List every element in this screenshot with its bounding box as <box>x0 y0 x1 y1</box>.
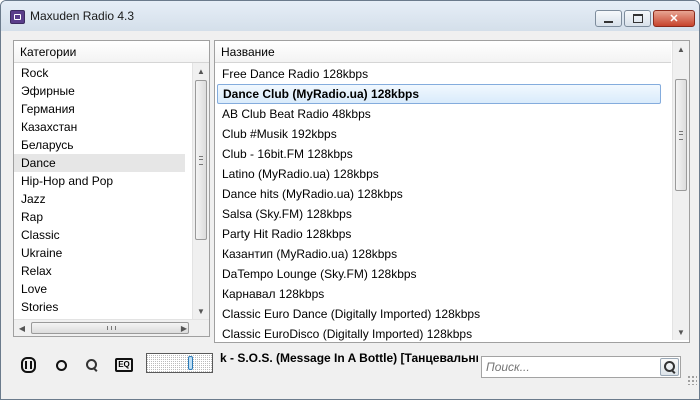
station-item[interactable]: Dance hits (MyRadio.ua) 128kbps <box>215 184 661 204</box>
station-item[interactable]: Classic Euro Dance (Digitally Imported) … <box>215 304 661 324</box>
category-item[interactable]: Classic <box>14 226 185 244</box>
pause-icon[interactable] <box>18 355 38 375</box>
category-vertical-scrollbar[interactable]: ▲ ▼ <box>192 63 209 319</box>
search-field[interactable] <box>481 356 681 378</box>
category-item[interactable]: Эфирные <box>14 82 185 100</box>
station-item[interactable]: Club - 16bit.FM 128kbps <box>215 144 661 164</box>
search-station-icon[interactable] <box>82 355 102 375</box>
scroll-thumb-horizontal[interactable] <box>31 322 189 334</box>
category-item[interactable]: Rock <box>14 64 185 82</box>
station-list-panel: Название Free Dance Radio 128kbps Dance C… <box>214 40 690 343</box>
category-item[interactable]: Stories <box>14 298 185 316</box>
scroll-right-arrow-icon[interactable]: ▶ <box>176 320 192 336</box>
window-title: Maxuden Radio 4.3 <box>30 9 135 23</box>
category-list-panel: Категории Rock Эфирные Германия Казахстан Бе… <box>13 40 210 337</box>
maximize-icon <box>632 14 643 23</box>
station-item[interactable]: Party Hit Radio 128kbps <box>215 224 661 244</box>
station-item[interactable]: AB Club Beat Radio 48kbps <box>215 104 661 124</box>
player-controls-bar: EQ k - S.O.S. (Message In A Bottle) [Тан… <box>1 347 699 387</box>
station-column-header[interactable]: Название <box>215 41 671 63</box>
scroll-thumb[interactable] <box>195 80 207 240</box>
category-item[interactable]: Германия <box>14 100 185 118</box>
category-item[interactable]: Rap <box>14 208 185 226</box>
category-horizontal-scrollbar[interactable]: ◀ ▶ <box>14 319 209 336</box>
station-list: Free Dance Radio 128kbps Dance Club (MyRa… <box>215 64 661 342</box>
close-button[interactable]: ✕ <box>653 10 695 27</box>
category-item[interactable]: Беларусь <box>14 136 185 154</box>
now-playing-text: k - S.O.S. (Message In A Bottle) [Танцев… <box>220 351 478 365</box>
station-item[interactable]: Dance Club (MyRadio.ua) 128kbps <box>217 84 661 104</box>
station-item[interactable]: Club #Musik 192kbps <box>215 124 661 144</box>
search-icon <box>663 361 676 374</box>
category-item[interactable]: Ukraine <box>14 244 185 262</box>
maximize-button[interactable] <box>624 10 651 27</box>
scroll-up-arrow-icon[interactable]: ▲ <box>673 41 689 57</box>
station-item[interactable]: DaTempo Lounge (Sky.FM) 128kbps <box>215 264 661 284</box>
station-item[interactable]: Казантип (MyRadio.ua) 128kbps <box>215 244 661 264</box>
app-window: Maxuden Radio 4.3 ✕ Категории Rock Эфирны… <box>0 0 700 400</box>
title-bar[interactable]: Maxuden Radio 4.3 ✕ <box>1 1 699 31</box>
scroll-up-arrow-icon[interactable]: ▲ <box>193 63 209 79</box>
volume-slider[interactable] <box>146 353 213 373</box>
category-item[interactable]: Love <box>14 280 185 298</box>
record-icon[interactable] <box>51 355 71 375</box>
station-item[interactable]: Free Dance Radio 128kbps <box>215 64 661 84</box>
category-column-header[interactable]: Категории <box>14 41 209 63</box>
station-item[interactable]: Classic EuroDisco (Digitally Imported) 1… <box>215 324 661 342</box>
category-item[interactable]: Dance <box>14 154 185 172</box>
app-icon[interactable] <box>10 10 25 24</box>
station-item[interactable]: Salsa (Sky.FM) 128kbps <box>215 204 661 224</box>
minimize-icon <box>604 20 613 23</box>
station-vertical-scrollbar[interactable]: ▲ ▼ <box>672 41 689 340</box>
category-item[interactable]: Relax <box>14 262 185 280</box>
equalizer-icon[interactable]: EQ <box>114 355 134 375</box>
category-list: Rock Эфирные Германия Казахстан Беларусь Danc… <box>14 64 185 316</box>
scroll-thumb[interactable] <box>675 79 687 191</box>
volume-slider-thumb[interactable] <box>188 356 193 370</box>
resize-grip[interactable] <box>687 375 697 385</box>
category-item[interactable]: Казахстан <box>14 118 185 136</box>
category-item[interactable]: Jazz <box>14 190 185 208</box>
category-item[interactable]: Hip-Hop and Pop <box>14 172 185 190</box>
scroll-down-arrow-icon[interactable]: ▼ <box>673 324 689 340</box>
close-icon: ✕ <box>669 13 679 25</box>
station-item[interactable]: Карнавал 128kbps <box>215 284 661 304</box>
scroll-down-arrow-icon[interactable]: ▼ <box>193 303 209 319</box>
scroll-left-arrow-icon[interactable]: ◀ <box>14 320 30 336</box>
minimize-button[interactable] <box>595 10 622 27</box>
search-input[interactable] <box>482 357 658 377</box>
search-button[interactable] <box>660 358 679 376</box>
station-item[interactable]: Latino (MyRadio.ua) 128kbps <box>215 164 661 184</box>
